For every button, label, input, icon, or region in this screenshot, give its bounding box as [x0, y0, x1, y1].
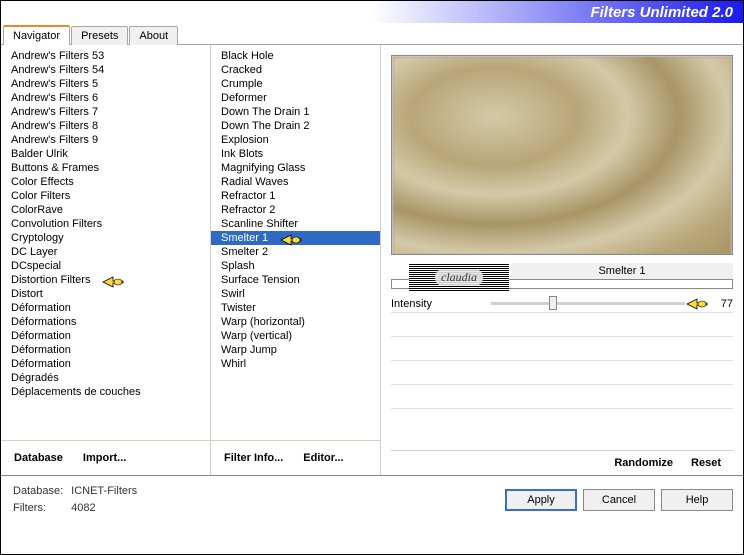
filter-item[interactable]: Radial Waves [211, 175, 380, 189]
filter-item[interactable]: Refractor 2 [211, 203, 380, 217]
category-item[interactable]: Andrew's Filters 54 [1, 63, 210, 77]
preview-column: Smelter 1 Intensity 77 Randomize Reset [381, 45, 743, 475]
category-item[interactable]: Convolution Filters [1, 217, 210, 231]
reset-button[interactable]: Reset [691, 457, 721, 469]
filter-list[interactable]: Black HoleCrackedCrumpleDeformerDown The… [211, 49, 380, 436]
category-toolbar: Database Import... [1, 440, 210, 475]
category-item[interactable]: Déplacements de couches [1, 385, 210, 399]
title-bar: Filters Unlimited 2.0 [1, 1, 743, 23]
filter-toolbar: Filter Info... Editor... [211, 440, 380, 475]
category-item[interactable]: Déformation [1, 301, 210, 315]
filter-item[interactable]: Twister [211, 301, 380, 315]
category-item[interactable]: Andrew's Filters 7 [1, 105, 210, 119]
category-list[interactable]: Andrew's Filters 53Andrew's Filters 54An… [1, 49, 210, 436]
tab-presets[interactable]: Presets [71, 26, 128, 45]
param-row-empty [391, 367, 733, 385]
randomize-button[interactable]: Randomize [614, 457, 673, 469]
filter-item[interactable]: Down The Drain 1 [211, 105, 380, 119]
filter-item[interactable]: Smelter 2 [211, 245, 380, 259]
category-item[interactable]: Dégradés [1, 371, 210, 385]
category-item[interactable]: Déformations [1, 315, 210, 329]
main-area: Andrew's Filters 53Andrew's Filters 54An… [1, 45, 743, 475]
param-value: 77 [709, 298, 733, 310]
app-title: Filters Unlimited 2.0 [590, 4, 733, 21]
category-item[interactable]: Andrew's Filters 8 [1, 119, 210, 133]
cancel-button[interactable]: Cancel [583, 489, 655, 511]
category-item[interactable]: Color Filters [1, 189, 210, 203]
preview-toolbar: Randomize Reset [391, 450, 733, 475]
category-item[interactable]: Andrew's Filters 5 [1, 77, 210, 91]
footer-buttons: Apply Cancel Help [505, 489, 733, 511]
preview-image [392, 56, 732, 255]
tab-bar: Navigator Presets About [1, 23, 743, 45]
category-item[interactable]: ColorRave [1, 203, 210, 217]
editor-button[interactable]: Editor... [294, 447, 352, 469]
watermark: claudia [409, 263, 509, 291]
filter-item[interactable]: Warp Jump [211, 343, 380, 357]
category-item[interactable]: DCspecial [1, 259, 210, 273]
filter-item[interactable]: Warp (vertical) [211, 329, 380, 343]
filter-item[interactable]: Deformer [211, 91, 380, 105]
category-column: Andrew's Filters 53Andrew's Filters 54An… [1, 45, 211, 475]
param-row-empty [391, 343, 733, 361]
filter-item[interactable]: Scanline Shifter [211, 217, 380, 231]
param-label: Intensity [391, 298, 491, 310]
filter-item[interactable]: Whirl [211, 357, 380, 371]
param-row-empty [391, 319, 733, 337]
category-item[interactable]: Andrew's Filters 53 [1, 49, 210, 63]
category-item[interactable]: Distort [1, 287, 210, 301]
filter-item[interactable]: Warp (horizontal) [211, 315, 380, 329]
filter-item[interactable]: Down The Drain 2 [211, 119, 380, 133]
filter-item[interactable]: Explosion [211, 133, 380, 147]
filter-column: Black HoleCrackedCrumpleDeformerDown The… [211, 45, 381, 475]
filter-item[interactable]: Swirl [211, 287, 380, 301]
category-item[interactable]: Andrew's Filters 6 [1, 91, 210, 105]
filter-item[interactable]: Surface Tension [211, 273, 380, 287]
apply-button[interactable]: Apply [505, 489, 577, 511]
param-slider[interactable] [491, 302, 685, 305]
filter-item[interactable]: Splash [211, 259, 380, 273]
category-item[interactable]: DC Layer [1, 245, 210, 259]
param-row: Intensity 77 [391, 295, 733, 313]
filter-item[interactable]: Cracked [211, 63, 380, 77]
filter-item[interactable]: Magnifying Glass [211, 161, 380, 175]
tab-navigator[interactable]: Navigator [3, 25, 70, 45]
category-item[interactable]: Déformation [1, 357, 210, 371]
category-item[interactable]: Andrew's Filters 9 [1, 133, 210, 147]
filterinfo-button[interactable]: Filter Info... [215, 447, 292, 469]
preview-frame [391, 55, 733, 255]
category-item[interactable]: Déformation [1, 343, 210, 357]
help-button[interactable]: Help [661, 489, 733, 511]
filter-item[interactable]: Refractor 1 [211, 189, 380, 203]
database-button[interactable]: Database [5, 447, 72, 469]
selected-filter-name: Smelter 1 [511, 263, 733, 279]
filter-item[interactable]: Smelter 1 [211, 231, 380, 245]
filter-item[interactable]: Ink Blots [211, 147, 380, 161]
category-item[interactable]: Déformation [1, 329, 210, 343]
category-item[interactable]: Color Effects [1, 175, 210, 189]
category-item[interactable]: Distortion Filters [1, 273, 210, 287]
import-button[interactable]: Import... [74, 447, 135, 469]
filter-item[interactable]: Crumple [211, 77, 380, 91]
footer: Database:ICNET-Filters Filters:4082 Appl… [1, 475, 743, 523]
category-item[interactable]: Balder Ulrik [1, 147, 210, 161]
tab-about[interactable]: About [129, 26, 178, 45]
footer-info: Database:ICNET-Filters Filters:4082 [11, 482, 139, 517]
category-item[interactable]: Cryptology [1, 231, 210, 245]
filter-item[interactable]: Black Hole [211, 49, 380, 63]
category-item[interactable]: Buttons & Frames [1, 161, 210, 175]
param-row-empty [391, 391, 733, 409]
